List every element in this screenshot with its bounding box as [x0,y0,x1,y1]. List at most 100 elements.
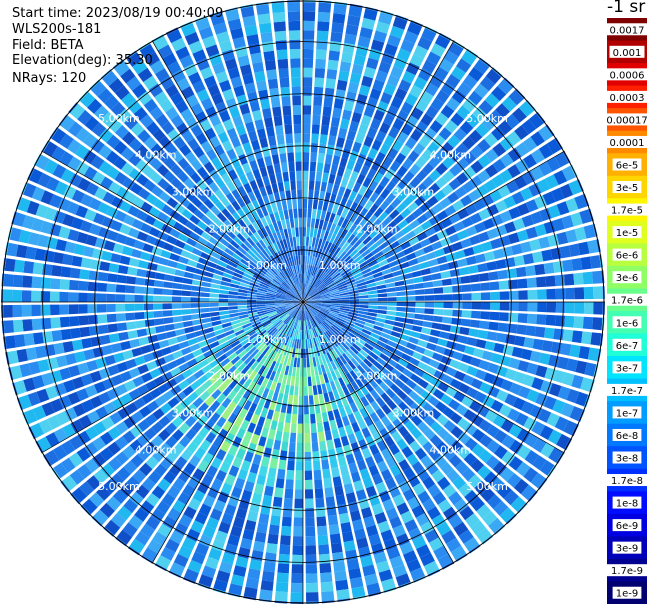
data-cell [176,262,187,271]
data-cell [136,328,148,338]
data-cell [275,125,284,136]
data-cell [495,259,507,270]
data-cell [436,255,448,265]
data-cell [256,80,268,92]
data-cell [279,77,290,88]
data-cell [433,287,444,294]
data-cell [293,517,303,527]
data-cell [134,294,144,302]
data-cell [312,451,320,461]
data-cell [386,310,397,316]
data-cell [78,304,88,314]
data-cell [3,320,15,334]
data-cell [312,114,321,125]
ring-label: 2.00km [356,370,398,383]
data-cell [3,273,14,287]
data-cell [295,227,299,237]
data-cell [210,316,221,322]
data-cell [300,245,303,256]
data-cell [280,525,292,536]
data-cell [228,291,239,296]
data-cell [515,266,527,278]
data-cell [273,21,286,32]
data-cell [271,506,282,517]
data-cell [110,253,122,263]
data-cell [115,303,126,312]
data-cell [126,321,137,330]
data-cell [251,550,264,562]
data-cell [143,295,154,302]
data-cell [303,245,306,256]
data-cell [316,30,329,41]
data-cell [296,451,303,462]
data-cell [517,313,528,324]
data-cell [3,305,13,318]
data-cell [311,133,319,144]
data-cell [252,109,263,121]
data-cell [266,69,278,80]
data-cell [493,248,505,260]
data-cell [176,334,188,343]
data-cell [264,552,277,563]
data-cell [269,87,280,99]
data-cell [297,198,302,209]
data-cell [292,536,303,546]
data-cell [268,524,280,535]
data-cell [328,50,340,61]
data-cell [377,302,388,306]
data-cell [305,536,316,546]
data-cell [303,2,316,12]
data-cell [264,485,274,497]
data-cell [368,305,378,310]
data-cell [564,273,575,286]
data-cell [295,161,302,171]
data-cell [590,332,602,346]
data-cell [303,95,312,106]
data-cell [303,105,312,115]
data-cell [256,297,266,300]
data-cell [387,302,397,306]
data-cell [97,271,109,282]
data-cell [263,447,272,458]
data-cell [281,96,291,107]
data-cell [209,293,219,298]
data-cell [21,304,32,317]
data-cell [107,273,118,283]
data-cell [271,449,280,460]
data-cell [339,157,348,168]
colorbar-tick-label: 0.0017 [610,25,645,36]
data-cell [71,255,83,267]
data-cell [228,306,238,310]
data-cell [349,296,360,300]
data-cell [250,433,260,445]
data-cell [79,269,90,280]
elevation-label: Elevation(deg): 35.30 [12,53,153,68]
data-cell [273,115,283,127]
data-cell [269,144,278,156]
data-cell [312,105,322,116]
data-cell [344,424,354,436]
data-cell [282,171,289,182]
data-cell [339,61,352,73]
data-cell [564,315,575,328]
data-cell [303,86,312,96]
data-cell [303,123,311,134]
data-cell [210,283,221,289]
data-cell [333,561,346,572]
data-cell [574,287,585,300]
data-cell [295,376,300,387]
data-cell [184,326,195,334]
data-cell [172,282,183,290]
data-cell [325,153,333,165]
data-cell [14,334,26,348]
data-cell [335,494,346,506]
data-cell [117,264,129,275]
data-cell [303,114,311,125]
data-cell [162,303,172,310]
data-cell [13,319,24,333]
data-cell [377,297,388,302]
data-cell [252,454,262,465]
data-cell [498,280,509,290]
data-cell [40,291,51,302]
data-cell [149,342,161,352]
